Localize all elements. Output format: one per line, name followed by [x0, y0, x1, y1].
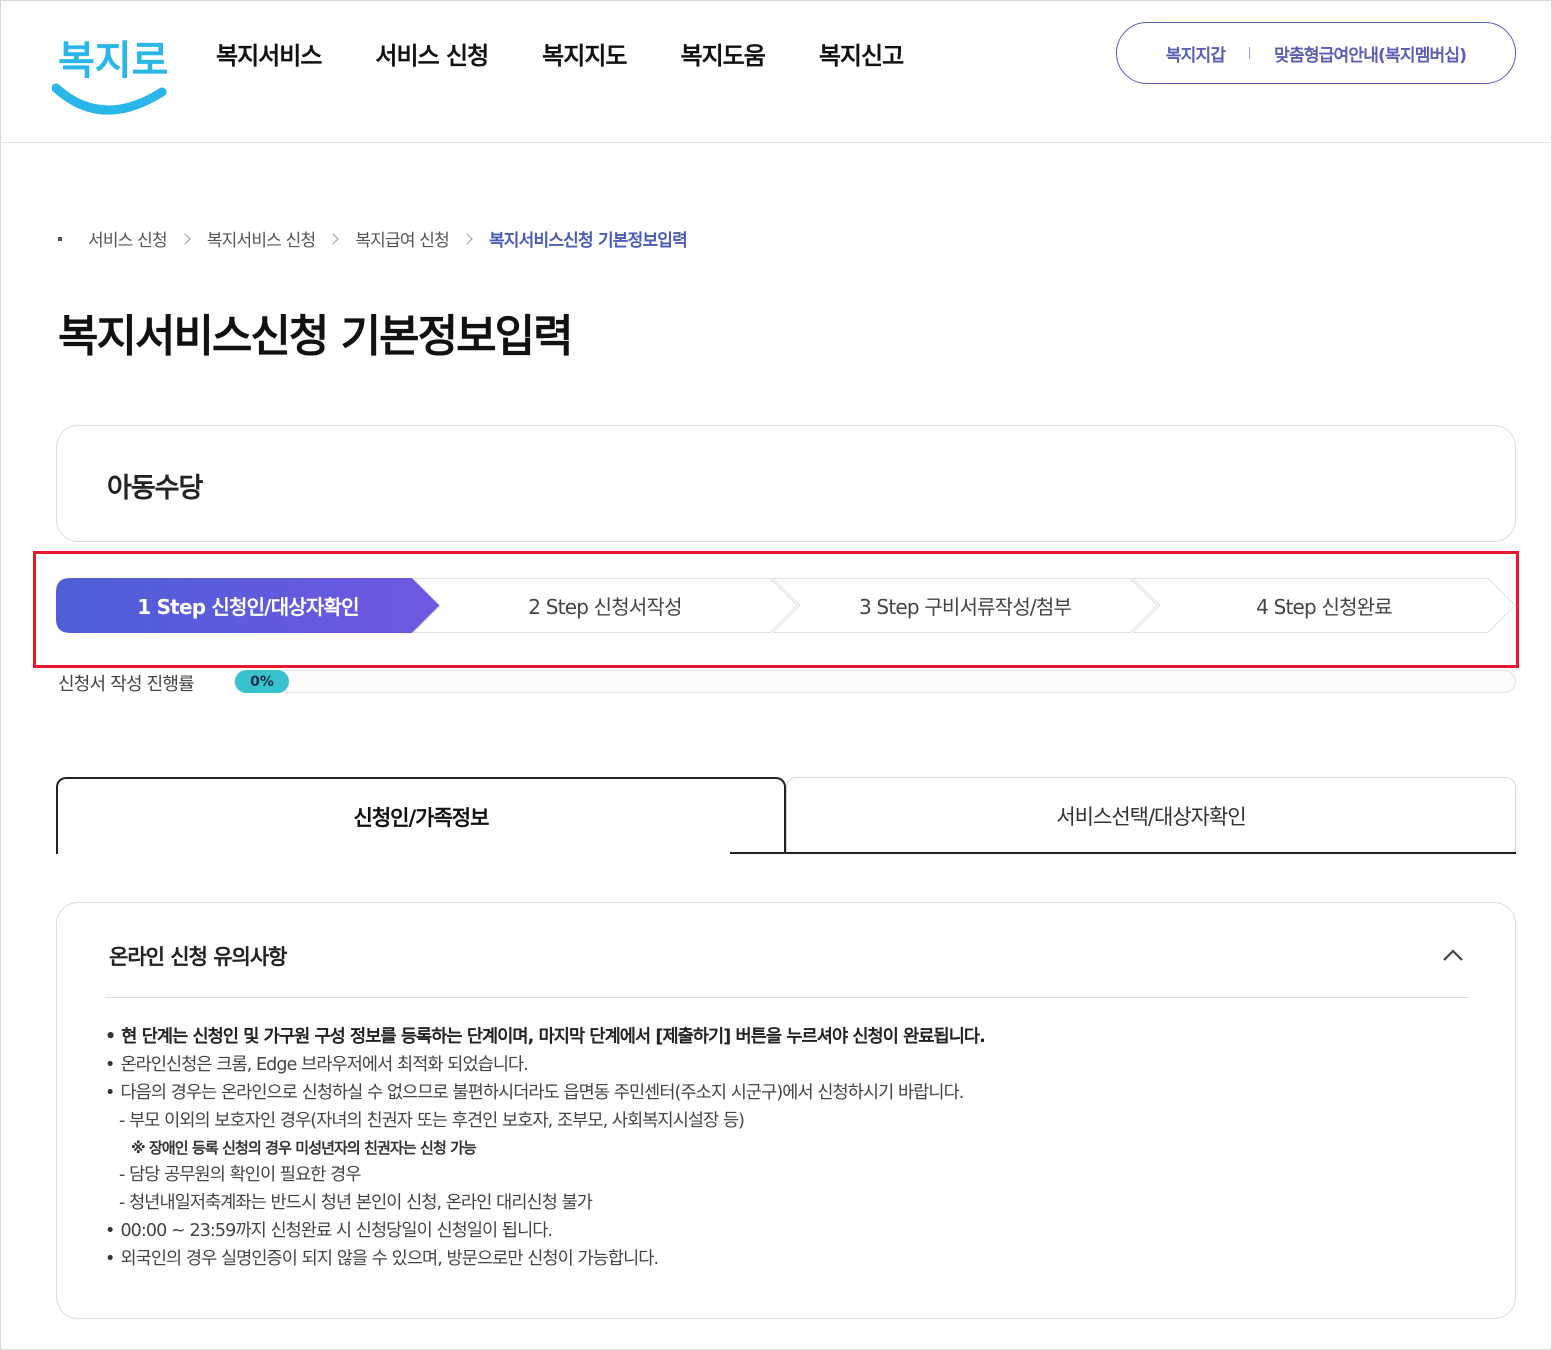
progress-bar: 0% [234, 670, 1516, 693]
step-4: 4 Step 신청완료 [1132, 578, 1516, 633]
chevron-right-icon [327, 232, 339, 245]
notice-subitem: - 부모 이외의 보호자인 경우(자녀의 친권자 또는 후견인 보호자, 조부모… [119, 1111, 745, 1131]
chevron-right-icon [179, 232, 191, 245]
step-indicator: 1 Step 신청인/대상자확인 2 Step 신청서작성 3 Step 구비서… [56, 578, 1516, 633]
notice-item: 00:00 ~ 23:59까지 신청완료 시 신청당일이 신청일이 됩니다. [105, 1217, 1485, 1245]
notice-item: 다음의 경우는 온라인으로 신청하실 수 없으므로 불편하시더라도 읍면동 주민… [105, 1079, 1485, 1107]
service-name: 아동수당 [107, 473, 203, 504]
progress-fill: 0% [235, 670, 289, 693]
page-title: 복지서비스신청 기본정보입력 [58, 311, 574, 362]
tab-applicant-family[interactable]: 신청인/가족정보 [56, 777, 786, 854]
nav-welfare-service[interactable]: 복지서비스 [216, 36, 322, 71]
notice-item: 온라인신청은 크롬, Edge 브라우저에서 최적화 되었습니다. [105, 1051, 1485, 1079]
breadcrumb-item[interactable]: 복지급여 신청 [355, 226, 449, 251]
main-nav: 복지서비스 서비스 신청 복지지도 복지도움 복지신고 [216, 36, 957, 71]
breadcrumb-home-dot [58, 236, 62, 241]
step-2: 2 Step 신청서작성 [412, 578, 798, 633]
util-links: 복지지갑 맞춤형급여안내(복지멤버십) [1116, 22, 1516, 84]
progress-label: 신청서 작성 진행률 [58, 674, 195, 695]
step-3: 3 Step 구비서류작성/첨부 [772, 578, 1158, 633]
logo-icon: 복지로 [51, 38, 168, 115]
tab-service-select[interactable]: 서비스선택/대상자확인 [786, 777, 1516, 854]
progress-value: 0% [250, 673, 274, 690]
chevron-up-icon[interactable] [1441, 947, 1465, 963]
notice-subitem: - 담당 공무원의 확인이 필요한 경우 [119, 1165, 361, 1185]
util-membership-link[interactable]: 맞춤형급여안내(복지멤버십) [1274, 41, 1467, 66]
step-2-label: 2 Step 신청서작성 [528, 595, 682, 619]
notice-item: 현 단계는 신청인 및 가구원 구성 정보를 등록하는 단계이며, 마지막 단계… [105, 1023, 1485, 1051]
service-card: 아동수당 [56, 425, 1516, 542]
nav-welfare-map[interactable]: 복지지도 [542, 36, 627, 71]
tab-underline [730, 852, 1516, 854]
step-1-label: 1 Step 신청인/대상자확인 [137, 595, 359, 619]
notice-subitem: - 청년내일저축계좌는 반드시 청년 본인이 신청, 온라인 대리신청 불가 [119, 1193, 593, 1213]
nav-service-apply[interactable]: 서비스 신청 [375, 36, 489, 71]
step-1: 1 Step 신청인/대상자확인 [56, 578, 440, 633]
notice-note: ※ 장애인 등록 신청의 경우 미성년자의 친권자는 신청 가능 [131, 1139, 477, 1157]
breadcrumb-item[interactable]: 복지서비스 신청 [207, 226, 316, 251]
nav-welfare-help[interactable]: 복지도움 [681, 36, 766, 71]
notice-item: 외국인의 경우 실명인증이 되지 않을 수 있으며, 방문으로만 신청이 가능합… [105, 1245, 1485, 1273]
breadcrumb: 서비스 신청 복지서비스 신청 복지급여 신청 복지서비스신청 기본정보입력 [58, 226, 688, 251]
chevron-right-icon [461, 232, 473, 245]
util-welfare-wallet-link[interactable]: 복지지갑 [1166, 41, 1226, 66]
nav-welfare-report[interactable]: 복지신고 [819, 36, 904, 71]
tab-list: 신청인/가족정보 서비스선택/대상자확인 [56, 777, 1516, 854]
notice-card: 온라인 신청 유의사항 현 단계는 신청인 및 가구원 구성 정보를 등록하는 … [56, 902, 1516, 1319]
notice-list: 현 단계는 신청인 및 가구원 구성 정보를 등록하는 단계이며, 마지막 단계… [105, 1023, 1485, 1273]
notice-divider [105, 997, 1469, 998]
step-4-label: 4 Step 신청완료 [1256, 595, 1393, 619]
breadcrumb-item[interactable]: 서비스 신청 [88, 226, 168, 251]
breadcrumb-current: 복지서비스신청 기본정보입력 [488, 231, 688, 251]
step-3-label: 3 Step 구비서류작성/첨부 [858, 595, 1072, 619]
logo-text: 복지로 [58, 38, 168, 84]
util-separator [1249, 47, 1251, 59]
notice-title: 온라인 신청 유의사항 [109, 945, 288, 969]
site-logo[interactable]: 복지로 [51, 18, 168, 122]
site-header: 복지로 복지서비스 서비스 신청 복지지도 복지도움 복지신고 복지지갑 맞춤형… [0, 0, 1552, 143]
